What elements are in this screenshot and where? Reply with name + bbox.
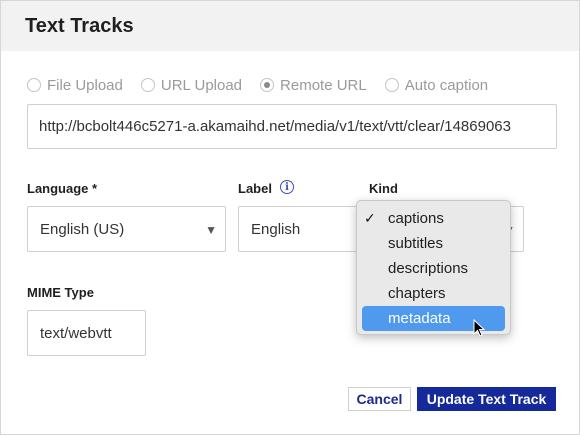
radio-label: File Upload: [47, 76, 123, 94]
option-label: chapters: [388, 285, 446, 302]
kind-dropdown-menu: ✓ captions subtitles descriptions chapte…: [356, 200, 511, 335]
text-tracks-dialog: Text Tracks File Upload URL Upload Remot…: [0, 0, 580, 435]
kind-option-captions[interactable]: ✓ captions: [362, 206, 505, 231]
mime-type-label: MIME Type: [27, 285, 94, 300]
language-label: Language *: [27, 181, 98, 196]
kind-option-descriptions[interactable]: descriptions: [362, 256, 505, 281]
language-select[interactable]: English (US) ▼: [27, 206, 226, 252]
source-type-radio-group: File Upload URL Upload Remote URL Auto c…: [27, 75, 506, 95]
kind-label: Kind: [369, 181, 398, 196]
option-label: metadata: [388, 310, 451, 327]
label-value: English: [251, 221, 301, 238]
language-value: English (US): [40, 221, 125, 238]
radio-label: Remote URL: [280, 76, 367, 94]
label-field-label: Label: [238, 181, 272, 196]
dialog-header: Text Tracks: [1, 1, 579, 51]
radio-label: Auto caption: [404, 76, 489, 94]
radio-file-upload[interactable]: File Upload: [27, 77, 123, 94]
update-text-track-button[interactable]: Update Text Track: [417, 387, 556, 411]
radio-circle-icon[interactable]: [140, 78, 155, 92]
radio-checked-icon[interactable]: [260, 78, 275, 92]
kind-option-chapters[interactable]: chapters: [362, 281, 505, 306]
mime-type-input[interactable]: text/webvtt: [27, 310, 146, 356]
dialog-title: Text Tracks: [25, 15, 134, 37]
mouse-cursor-icon: [473, 319, 486, 337]
chevron-down-icon: ▼: [205, 223, 217, 237]
kind-option-subtitles[interactable]: subtitles: [362, 231, 505, 256]
checkmark-icon: ✓: [364, 210, 376, 226]
option-label: captions: [388, 210, 444, 227]
option-label: subtitles: [388, 235, 444, 252]
radio-label: URL Upload: [160, 76, 243, 94]
label-input[interactable]: English: [238, 206, 368, 252]
info-icon[interactable]: i: [280, 180, 294, 194]
mime-type-value: text/webvtt: [40, 325, 112, 342]
radio-auto-caption[interactable]: Auto caption: [384, 76, 489, 94]
radio-url-upload[interactable]: URL Upload: [140, 76, 243, 94]
option-label: descriptions: [388, 260, 469, 277]
radio-circle-icon[interactable]: [384, 78, 399, 92]
radio-circle-icon[interactable]: [27, 78, 41, 92]
radio-remote-url[interactable]: Remote URL: [260, 77, 367, 94]
cancel-button[interactable]: Cancel: [348, 387, 411, 411]
remote-url-input[interactable]: http://bcbolt446c5271-a.akamaihd.net/med…: [27, 104, 557, 149]
